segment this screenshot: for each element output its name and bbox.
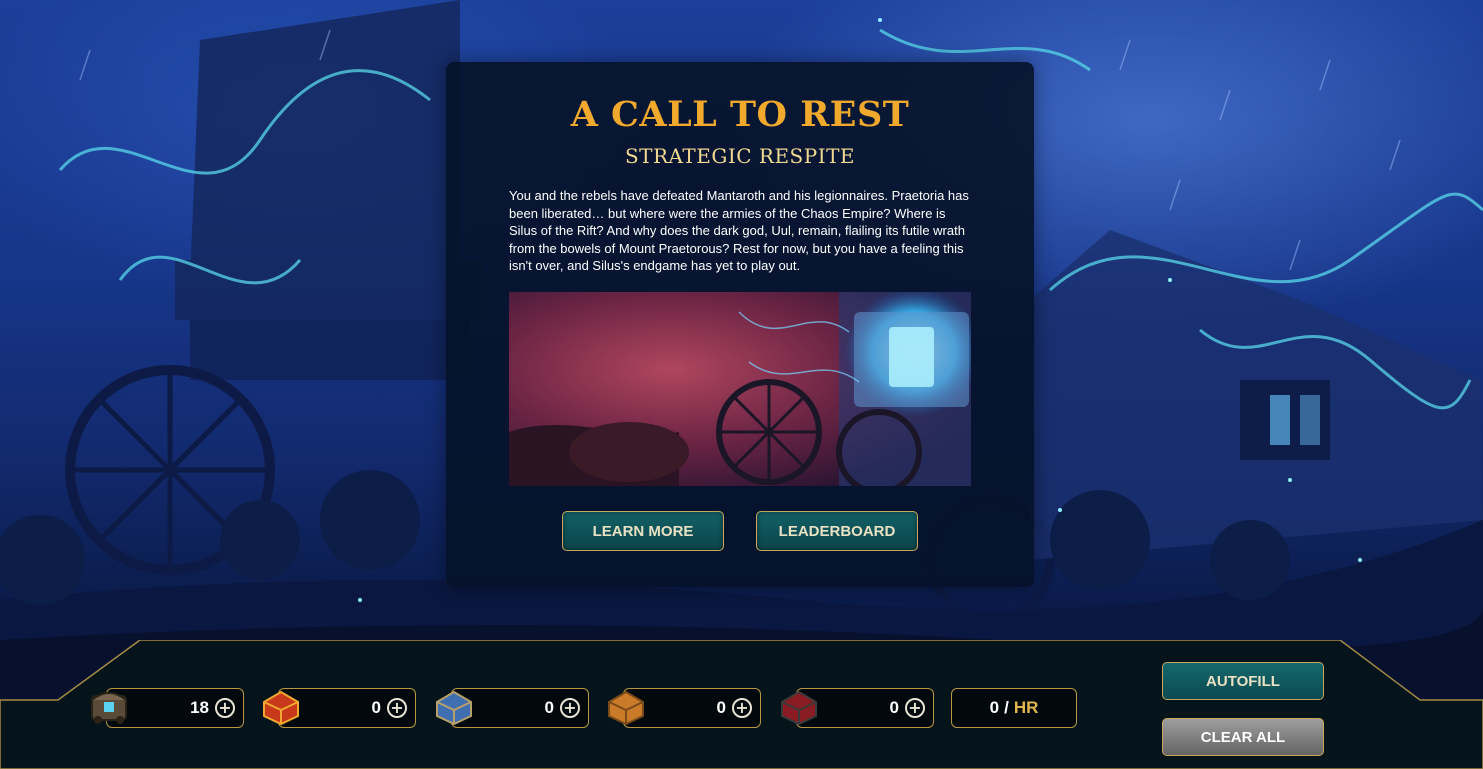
rate-display: 0 / HR xyxy=(951,688,1077,728)
event-artwork xyxy=(509,292,971,486)
rate-separator: / xyxy=(1004,698,1009,717)
chest-count: 18 xyxy=(190,698,209,717)
leaderboard-button[interactable]: LEADERBOARD xyxy=(756,511,918,551)
orange-chest-icon xyxy=(605,686,647,726)
crimson-chest-icon xyxy=(778,686,820,726)
red-chest-icon xyxy=(260,686,302,726)
chest-count: 0 xyxy=(716,698,726,717)
add-icon[interactable]: + xyxy=(732,698,752,718)
event-description: You and the rebels have defeated Mantaro… xyxy=(509,188,969,273)
chest-count: 0 xyxy=(889,698,899,717)
chest-count: 0 xyxy=(544,698,554,717)
blue-chest-icon xyxy=(433,686,475,726)
add-icon[interactable]: + xyxy=(387,698,407,718)
caravan-chest-icon xyxy=(88,686,130,726)
clear-all-button[interactable]: CLEAR ALL xyxy=(1162,718,1324,756)
add-icon[interactable]: + xyxy=(215,698,235,718)
rate-unit: HR xyxy=(1013,698,1039,717)
autofill-button[interactable]: AUTOFILL xyxy=(1162,662,1324,700)
learn-more-button[interactable]: LEARN MORE xyxy=(562,511,724,551)
rate-value: 0 xyxy=(989,698,1000,717)
chest-count: 0 xyxy=(371,698,381,717)
event-subtitle: STRATEGIC RESPITE xyxy=(624,144,856,168)
event-card: A CALL TO REST STRATEGIC RESPITE You and… xyxy=(446,62,1034,587)
add-icon[interactable]: + xyxy=(560,698,580,718)
add-icon[interactable]: + xyxy=(905,698,925,718)
event-title: A CALL TO REST xyxy=(570,94,910,135)
